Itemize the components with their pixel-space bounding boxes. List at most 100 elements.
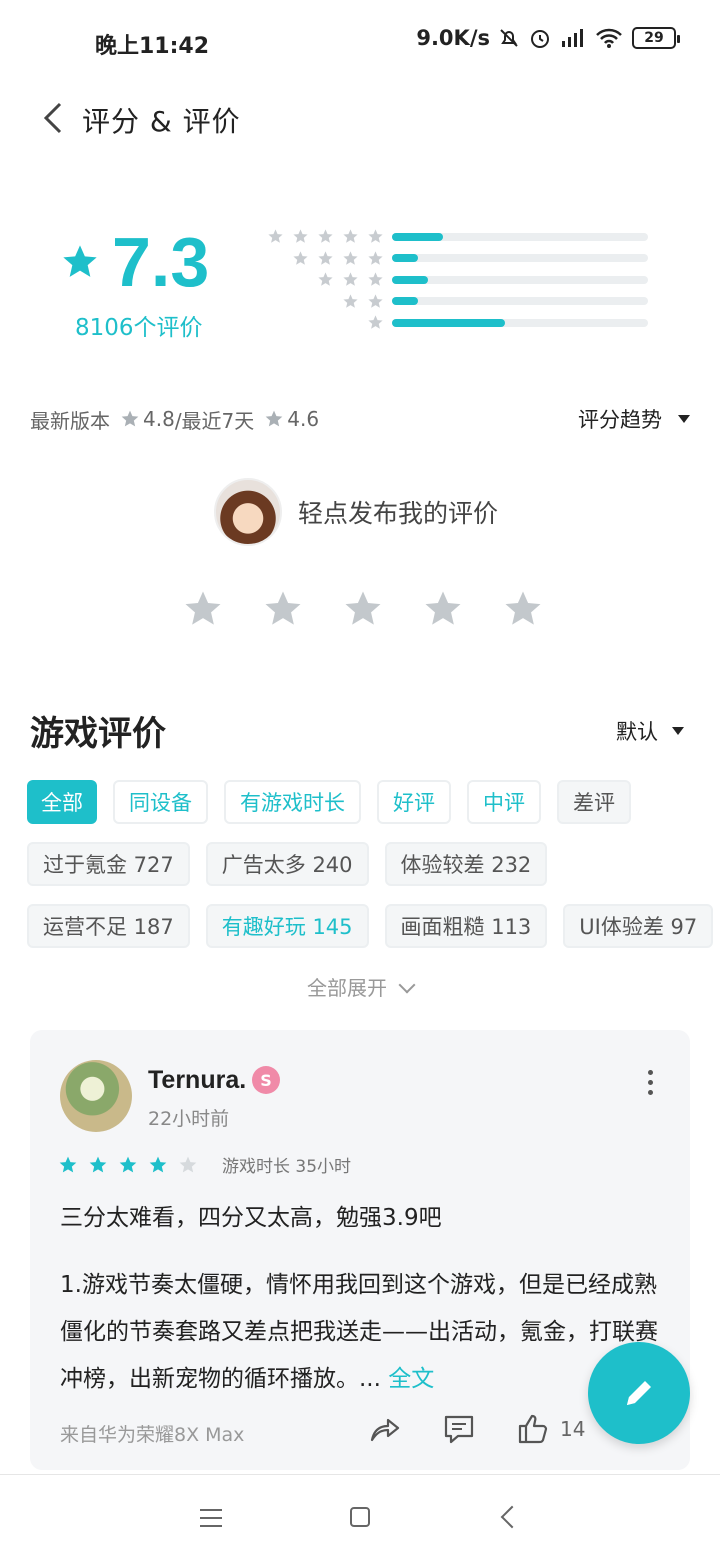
tag-poor-operation[interactable]: 运营不足 187: [27, 904, 190, 948]
overall-score: 7.3: [112, 223, 210, 301]
star-icon: [343, 294, 358, 308]
version-rating-row: 最新版本 4.8 /最近7天 4.6 评分趋势: [30, 404, 690, 434]
review-actions: 14: [368, 1412, 585, 1446]
star-icon: [318, 272, 333, 287]
star-filled-icon: [149, 1156, 167, 1172]
star-icon: [368, 315, 383, 330]
like-count: 14: [560, 1417, 586, 1441]
tag-poor-experience[interactable]: 体验较差 232: [384, 842, 548, 886]
post-my-review[interactable]: 轻点发布我的评价: [214, 478, 498, 546]
distribution-bar: [392, 254, 648, 263]
sort-dropdown[interactable]: 默认: [616, 716, 684, 746]
star-icon: [343, 251, 358, 265]
comment-icon[interactable]: [442, 1412, 476, 1446]
review-title: 三分太难看，四分又太高，勉强3.9吧: [60, 1205, 442, 1231]
distribution-bar: [392, 297, 648, 306]
tag-row-3: 运营不足 187 有趣好玩 145 画面粗糙 113 UI体验差 97: [27, 904, 714, 948]
star-icon: [368, 251, 383, 265]
rate-star-5-icon[interactable]: [502, 588, 544, 630]
distribution-row-3: [262, 269, 662, 291]
status-time: 晚上11:42: [95, 34, 210, 59]
star-icon: [368, 272, 383, 287]
tag-fun[interactable]: 有趣好玩 145: [205, 904, 369, 948]
recent-label: /最近7天: [174, 408, 255, 433]
write-review-button[interactable]: [588, 1342, 690, 1444]
review-body: 1.游戏节奏太僵硬，情怀用我回到这个游戏，但是已经成熟僵化的节奏套路又差点把我送…: [60, 1272, 658, 1392]
rate-star-1-icon[interactable]: [182, 588, 224, 630]
distribution-row-4: [262, 248, 662, 270]
username[interactable]: Ternura.: [148, 1066, 246, 1095]
star-icon: [368, 229, 383, 244]
tag-all[interactable]: 全部: [27, 780, 97, 824]
tag-same-device[interactable]: 同设备: [113, 780, 208, 824]
star-icon: [293, 251, 308, 265]
menu-icon[interactable]: [200, 1509, 222, 1533]
expand-all-button[interactable]: 全部展开: [0, 972, 720, 1001]
dropdown-triangle-icon: [672, 727, 684, 735]
rate-stars: [182, 588, 544, 630]
tag-bad-ui[interactable]: UI体验差 97: [563, 904, 714, 948]
star-icon: [63, 245, 97, 277]
playtime: 游戏时长 35小时: [222, 1157, 352, 1177]
latest-version-score: 4.8: [143, 407, 175, 431]
user-badge-icon: S: [252, 1066, 280, 1094]
rating-distribution: [262, 226, 662, 334]
star-icon: [318, 251, 333, 265]
mute-icon: [500, 29, 518, 47]
tag-has-playtime[interactable]: 有游戏时长: [224, 780, 361, 824]
post-review-prompt: 轻点发布我的评价: [298, 499, 499, 528]
review-time: 22小时前: [148, 1108, 230, 1130]
review-stars: 游戏时长 35小时: [58, 1152, 351, 1177]
signal-icon: [562, 29, 583, 47]
star-icon: [265, 410, 283, 427]
star-empty-icon: [179, 1156, 197, 1172]
star-icon: [293, 229, 308, 244]
back-icon[interactable]: [500, 1505, 524, 1529]
distribution-bar-fill: [392, 318, 505, 327]
status-bar: 晚上11:42 9.0K/s 29: [0, 0, 720, 84]
distribution-row-2: [262, 291, 662, 313]
tag-neutral[interactable]: 中评: [467, 780, 541, 824]
back-arrow-icon[interactable]: [38, 98, 70, 138]
pencil-icon: [627, 1381, 651, 1405]
star-icon: [343, 229, 358, 244]
tag-negative[interactable]: 差评: [557, 780, 631, 824]
star-filled-icon: [89, 1156, 107, 1172]
star-icon: [268, 229, 283, 244]
filter-tags: 全部 同设备 有游戏时长 好评 中评 差评 过于氪金 727 广告太多 240 …: [27, 780, 714, 966]
star-icon: [121, 410, 139, 427]
tag-positive[interactable]: 好评: [377, 780, 451, 824]
page-title: 评分 & 评价: [82, 105, 241, 138]
battery-icon: 29: [632, 27, 680, 49]
distribution-row-5: [262, 226, 662, 248]
review-count: 8106个评价: [75, 315, 203, 341]
tag-pay-to-win[interactable]: 过于氪金 727: [27, 842, 190, 886]
rating-trend-dropdown[interactable]: 评分趋势: [578, 404, 690, 434]
distribution-bar: [392, 275, 648, 284]
tag-rough-graphics[interactable]: 画面粗糙 113: [384, 904, 548, 948]
rate-star-4-icon[interactable]: [422, 588, 464, 630]
latest-version-label: 最新版本: [30, 408, 110, 433]
more-options-icon[interactable]: [648, 1070, 654, 1095]
device-label: 来自华为荣耀8X Max: [60, 1424, 245, 1446]
distribution-row-1: [262, 312, 662, 334]
dropdown-triangle-icon: [678, 415, 690, 423]
home-icon[interactable]: [350, 1507, 370, 1527]
recent-score: 4.6: [287, 407, 320, 431]
rate-star-3-icon[interactable]: [342, 588, 384, 630]
distribution-bar-fill: [392, 232, 444, 241]
share-icon[interactable]: [368, 1412, 402, 1446]
rate-star-2-icon[interactable]: [262, 588, 304, 630]
tag-row-1: 全部 同设备 有游戏时长 好评 中评 差评: [27, 780, 697, 824]
network-speed: 9.0K/s: [416, 26, 490, 50]
tag-too-many-ads[interactable]: 广告太多 240: [205, 842, 369, 886]
avatar: [214, 478, 282, 546]
avatar[interactable]: [60, 1060, 132, 1132]
section-title: 游戏评价: [30, 714, 166, 754]
full-text-link[interactable]: 全文: [388, 1366, 434, 1392]
alarm-icon: [531, 30, 549, 48]
chevron-down-icon: [398, 976, 416, 994]
star-filled-icon: [59, 1156, 77, 1172]
distribution-bar: [392, 318, 648, 327]
like-button[interactable]: 14: [516, 1412, 585, 1446]
